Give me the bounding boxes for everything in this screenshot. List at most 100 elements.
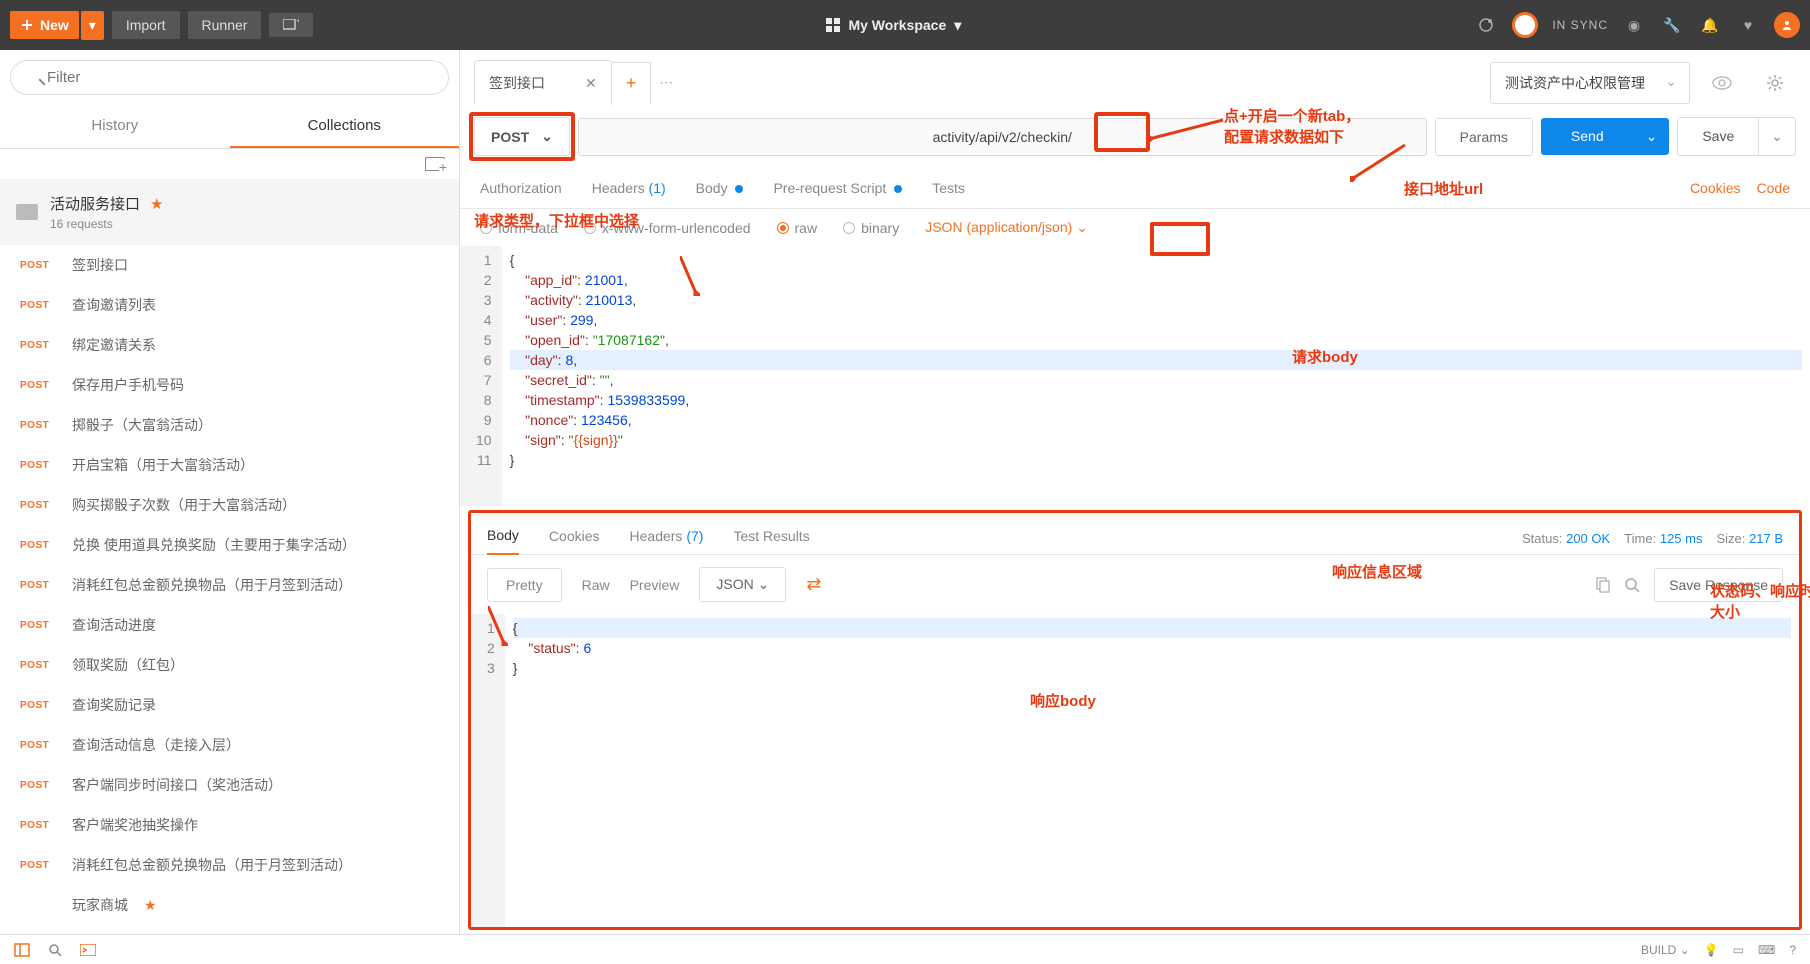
environment-selector[interactable]: 测试资产中心权限管理 ⌄ bbox=[1490, 62, 1690, 104]
new-window-button[interactable]: + bbox=[269, 13, 313, 37]
wrap-icon[interactable]: ⇄ bbox=[806, 574, 821, 595]
list-item[interactable]: POST消耗红包总金额兑换物品（用于月签到活动） bbox=[0, 565, 459, 605]
save-response-button[interactable]: Save Response bbox=[1654, 568, 1783, 602]
tab-more-icon[interactable]: ⋯ bbox=[651, 64, 681, 101]
radio-formdata[interactable]: form-data bbox=[480, 220, 558, 236]
pretty-button[interactable]: Pretty bbox=[487, 568, 562, 602]
list-item[interactable]: POST保存用户手机号码 bbox=[0, 365, 459, 405]
list-item[interactable]: POST购买掷骰子次数（用于大富翁活动） bbox=[0, 485, 459, 525]
list-item[interactable]: POST签到接口 bbox=[0, 245, 459, 285]
tab-history[interactable]: History bbox=[0, 105, 230, 148]
star-icon[interactable]: ★ bbox=[150, 195, 163, 213]
heart-icon[interactable]: ♥ bbox=[1736, 13, 1760, 37]
send-dropdown[interactable]: ⌄ bbox=[1634, 118, 1670, 155]
response-format-select[interactable]: JSON ⌄ bbox=[699, 567, 786, 602]
method-badge: POST bbox=[20, 820, 56, 831]
tab-headers[interactable]: Headers (1) bbox=[592, 176, 666, 200]
chevron-down-icon: ⌄ bbox=[1665, 73, 1677, 90]
notifications-icon[interactable]: 🔔 bbox=[1698, 13, 1722, 37]
layout-icon[interactable]: ▭ bbox=[1733, 943, 1744, 957]
new-tab-button[interactable]: + bbox=[612, 62, 652, 104]
request-name: 客户端同步时间接口（奖池活动） bbox=[72, 775, 282, 795]
http-method-select[interactable]: POST ⌄ bbox=[474, 117, 570, 156]
body-type-options: form-data x-www-form-urlencoded raw bina… bbox=[460, 209, 1810, 246]
sidebar: History Collections 活动服务接口 ★ 16 requests… bbox=[0, 50, 460, 934]
workspace-selector[interactable]: My Workspace ▾ bbox=[313, 17, 1474, 34]
tab-body[interactable]: Body bbox=[696, 176, 744, 200]
settings-icon[interactable]: 🔧 bbox=[1660, 13, 1684, 37]
response-tab-headers[interactable]: Headers (7) bbox=[630, 524, 704, 554]
help-icon[interactable]: ? bbox=[1789, 943, 1796, 957]
list-item[interactable]: 玩家商城★ bbox=[0, 885, 459, 925]
filter-input[interactable] bbox=[10, 60, 449, 95]
method-badge: POST bbox=[20, 580, 56, 591]
avatar[interactable] bbox=[1774, 12, 1800, 38]
close-icon[interactable]: ✕ bbox=[585, 75, 597, 92]
send-button[interactable]: Send bbox=[1541, 118, 1634, 155]
cookies-link[interactable]: Cookies bbox=[1690, 180, 1741, 196]
list-item[interactable]: POST掷骰子（大富翁活动） bbox=[0, 405, 459, 445]
response-tab-tests[interactable]: Test Results bbox=[733, 524, 809, 554]
response-area: Body Cookies Headers (7) Test Results St… bbox=[468, 510, 1802, 930]
import-button[interactable]: Import bbox=[112, 11, 180, 39]
code-link[interactable]: Code bbox=[1757, 180, 1790, 196]
new-dropdown-caret[interactable]: ▾ bbox=[81, 11, 104, 40]
method-badge: POST bbox=[20, 700, 56, 711]
list-item[interactable]: POST消耗红包总金额兑换物品（用于月签到活动） bbox=[0, 845, 459, 885]
save-dropdown[interactable]: ⌄ bbox=[1759, 117, 1796, 156]
sync-icon[interactable] bbox=[1512, 12, 1538, 38]
history-icon[interactable]: ◉ bbox=[1622, 13, 1646, 37]
keyboard-icon[interactable]: ⌨ bbox=[1758, 943, 1775, 957]
footer: BUILD ⌄ 💡 ▭ ⌨ ? bbox=[0, 934, 1810, 964]
list-item[interactable]: POST 兑换 使用道具兑换奖励（主要用于集字活动） bbox=[0, 525, 459, 565]
list-item[interactable]: POST客户端奖池抽奖操作 bbox=[0, 805, 459, 845]
radio-binary[interactable]: binary bbox=[843, 220, 899, 236]
collection-header[interactable]: 活动服务接口 ★ 16 requests bbox=[0, 179, 459, 245]
save-button[interactable]: Save bbox=[1677, 117, 1759, 156]
search-icon[interactable] bbox=[1624, 577, 1640, 593]
list-item[interactable]: POST查询邀请列表 bbox=[0, 285, 459, 325]
body-format-select[interactable]: JSON (application/json) ⌄ bbox=[925, 219, 1088, 236]
list-item[interactable]: POST开启宝箱（用于大富翁活动） bbox=[0, 445, 459, 485]
preview-button[interactable]: Preview bbox=[630, 577, 680, 593]
list-item[interactable]: POST 查询奖励记录 bbox=[0, 685, 459, 725]
list-item[interactable]: POST绑定邀请关系 bbox=[0, 325, 459, 365]
method-badge: POST bbox=[20, 460, 56, 471]
list-item[interactable]: POST领取奖励（红包） bbox=[0, 645, 459, 685]
new-folder-icon[interactable] bbox=[425, 157, 445, 171]
tab-authorization[interactable]: Authorization bbox=[480, 176, 562, 200]
method-badge: POST bbox=[20, 780, 56, 791]
capture-icon[interactable] bbox=[1474, 13, 1498, 37]
sidebar-toggle-icon[interactable] bbox=[14, 942, 30, 958]
tab-prerequest[interactable]: Pre-request Script bbox=[773, 176, 902, 200]
method-badge: POST bbox=[20, 540, 56, 551]
request-name: 签到接口 bbox=[72, 255, 128, 275]
url-input[interactable]: activity/api/v2/checkin/ bbox=[578, 118, 1427, 156]
eye-icon[interactable] bbox=[1700, 66, 1744, 100]
tab-collections[interactable]: Collections bbox=[230, 105, 460, 148]
raw-button[interactable]: Raw bbox=[582, 577, 610, 593]
request-tab[interactable]: 签到接口 ✕ bbox=[474, 60, 612, 105]
tab-tests[interactable]: Tests bbox=[932, 176, 965, 200]
request-body-editor[interactable]: 1234567891011 { "app_id": 21001, "activi… bbox=[460, 246, 1810, 506]
runner-button[interactable]: Runner bbox=[188, 11, 262, 39]
request-name: 兑换 使用道具兑换奖励（主要用于集字活动） bbox=[72, 535, 356, 555]
list-item[interactable]: POST查询活动信息（走接入层） bbox=[0, 725, 459, 765]
params-button[interactable]: Params bbox=[1435, 118, 1533, 156]
list-item[interactable]: POST查询活动进度 bbox=[0, 605, 459, 645]
copy-icon[interactable] bbox=[1594, 577, 1610, 593]
new-button[interactable]: New bbox=[10, 11, 79, 39]
request-name: 查询奖励记录 bbox=[72, 695, 156, 715]
bulb-icon[interactable]: 💡 bbox=[1704, 943, 1719, 957]
radio-raw[interactable]: raw bbox=[777, 220, 818, 236]
list-item[interactable]: POST 客户端同步时间接口（奖池活动） bbox=[0, 765, 459, 805]
build-label[interactable]: BUILD ⌄ bbox=[1641, 943, 1690, 957]
response-body-editor[interactable]: 123 { "status": 6} bbox=[471, 614, 1799, 927]
radio-urlencoded[interactable]: x-www-form-urlencoded bbox=[584, 220, 751, 236]
gear-icon[interactable] bbox=[1754, 64, 1796, 102]
request-name: 消耗红包总金额兑换物品（用于月签到活动） bbox=[72, 855, 352, 875]
response-tab-cookies[interactable]: Cookies bbox=[549, 524, 600, 554]
find-icon[interactable] bbox=[48, 943, 62, 957]
response-tab-body[interactable]: Body bbox=[487, 523, 519, 555]
console-icon[interactable] bbox=[80, 944, 96, 956]
